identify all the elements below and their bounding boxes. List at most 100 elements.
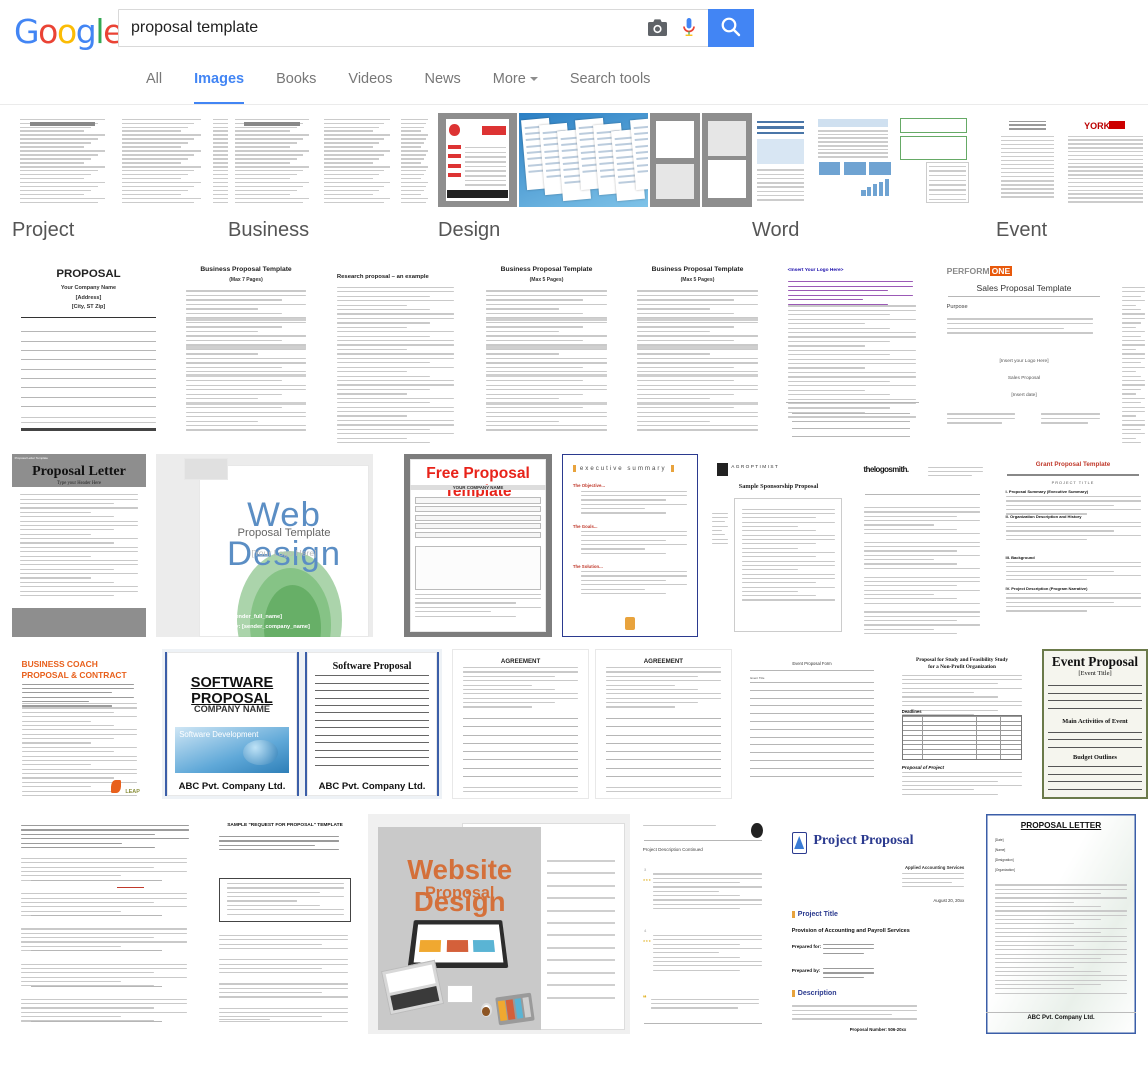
doc-text-lines (219, 836, 339, 854)
related-search-item-project[interactable]: Project (12, 113, 245, 242)
nav-item-videos[interactable]: Videos (332, 57, 408, 105)
image-result-tile[interactable]: Project Description Continued 3 ★★★ 4 ★★★ ❝ (636, 814, 770, 1034)
doc-text-lines (185, 290, 307, 434)
nav-item-all[interactable]: All (130, 57, 178, 105)
rs-line (324, 142, 379, 144)
doc-field-placeholder: [Designation] (995, 858, 1014, 862)
doc-back-line (546, 884, 616, 887)
page-header: Google (0, 0, 1148, 57)
rs-line (400, 173, 424, 176)
rs-line (235, 142, 297, 144)
image-result-tile[interactable]: Proposal Letter Template Proposal Letter T… (12, 454, 146, 637)
camera-icon[interactable] (648, 19, 667, 36)
nav-item-images[interactable]: Images (178, 57, 260, 105)
image-result-tile[interactable]: eWebsite DesignProposal (368, 814, 630, 1034)
rs-line (817, 156, 889, 158)
image-result-tile[interactable]: thelogosmith. (857, 454, 988, 637)
image-result-tile[interactable]: SAMPLE "REQUEST FOR PROPOSAL" TEMPLATE (210, 814, 360, 1034)
chevron-down-icon (529, 77, 538, 82)
image-result-tile[interactable]: executive summary The Objective... The Goa… (562, 454, 698, 637)
doc-cover: Website Design Proposal (378, 827, 541, 1030)
rs-line (235, 126, 297, 129)
image-result-tile[interactable]: AGREEMENT AGREEMENT (452, 649, 732, 799)
doc-rule (21, 331, 156, 333)
related-search-item-word[interactable]: Word (752, 113, 970, 242)
rs-bar (879, 181, 884, 196)
doc-back-line (546, 996, 616, 999)
rs-line (1001, 147, 1054, 150)
rs-line (1001, 171, 1054, 174)
nav-item-books[interactable]: Books (260, 57, 332, 105)
rs-line (756, 186, 805, 188)
doc-rule (750, 775, 874, 777)
rs-header (817, 118, 889, 128)
rs-line (20, 146, 84, 148)
image-result-tile[interactable]: Free Proposal Template YOUR COMPANY NAME (404, 454, 552, 637)
rs-line (235, 173, 297, 176)
image-result-tile[interactable]: SOFTWARE PROPOSAL COMPANY NAME Software De… (162, 649, 442, 799)
doc-image-caption: Software Development (179, 729, 259, 739)
doc-section-bar (636, 374, 759, 378)
rs-line (817, 148, 889, 151)
search-input[interactable] (129, 10, 649, 46)
related-search-thumbnails (752, 113, 970, 207)
doc-text-lines (901, 772, 1023, 798)
rs-line (817, 144, 889, 147)
image-result-tile[interactable]: BUSINESS COACH PROPOSAL & CONTRACT LEAP (12, 649, 148, 799)
rs-line (235, 134, 309, 136)
related-search-item-business[interactable]: Business (228, 113, 431, 242)
image-result-tile[interactable]: PERFORM ONE Sales Proposal Template Purpose… (938, 257, 1110, 443)
image-result-tile[interactable]: Business Proposal Template (Max 5 Pages) (627, 257, 768, 443)
nav-item-more[interactable]: More (477, 57, 554, 105)
doc-subheading: Proposal (424, 883, 495, 902)
nav-item-search-tools[interactable]: Search tools (554, 57, 667, 105)
image-result-tile[interactable] (1120, 257, 1148, 443)
related-search-thumbnails: YORK (996, 113, 1148, 207)
image-result-tile[interactable]: AGROPTIMIST Sample Sponsorship Proposal (709, 454, 848, 637)
doc-subheading: Your Company Name (60, 284, 117, 291)
doc-section-bar (485, 374, 608, 378)
rs-line (122, 154, 195, 156)
image-result-tile[interactable]: Project Proposal Applied Accounting Servi… (780, 814, 976, 1034)
rs-line (122, 177, 182, 180)
doc-rule (462, 767, 579, 769)
image-result-tile[interactable]: Web Design Proposal Template [Your Logo He… (156, 454, 373, 637)
doc-back-line (546, 934, 616, 937)
doc-heading: Business Proposal Template (500, 266, 593, 274)
image-result-tile[interactable]: PROPOSAL Your Company Name [Address] [City,… (12, 257, 165, 443)
doc-text-lines (462, 667, 579, 711)
image-result-tile[interactable]: Event Proposal [Event Title] Main Activiti… (1042, 649, 1148, 799)
nav-item-news[interactable]: News (409, 57, 477, 105)
image-result-tile[interactable]: Business Proposal Template (Max 5 Pages) (476, 257, 617, 443)
image-result-tile[interactable]: Research proposal – an example (327, 257, 468, 443)
result-thumbnail-document: Event Proposal Form Event Title (742, 649, 882, 799)
rs-line (1008, 120, 1047, 123)
image-result-tile[interactable]: Grant Proposal Template PROJECT TITLE I. P… (998, 454, 1148, 637)
related-search-thumbnails (12, 113, 245, 207)
search-button[interactable] (708, 9, 754, 47)
image-result-tile[interactable] (12, 814, 200, 1034)
google-logo[interactable]: Google (14, 12, 123, 51)
doc-subheading: IV. Project Description (Program Narrati… (1005, 585, 1088, 591)
doc-rule (605, 742, 722, 744)
doc-subheading: Main Activities of Event (1062, 718, 1128, 725)
image-result-tile[interactable]: Proposal for Study and Feasibility Study… (892, 649, 1032, 799)
image-result-tile[interactable]: Event Proposal Form Event Title (742, 649, 882, 799)
rs-title-bar (30, 122, 95, 127)
doc-rule (1048, 731, 1142, 733)
related-search-item-design[interactable]: Design (438, 113, 752, 242)
rs-line (1001, 192, 1054, 194)
related-search-item-event[interactable]: YORK Event (996, 113, 1148, 242)
image-result-tile[interactable]: <Insert Your Logo Here> (777, 257, 928, 443)
rs-line (817, 141, 889, 143)
microphone-icon[interactable] (681, 17, 697, 39)
image-result-tile[interactable]: Business Proposal Template (Max 7 Pages) (176, 257, 316, 443)
result-thumbnail-document: Free Proposal Template YOUR COMPANY NAME (404, 454, 552, 637)
doc-notepad-icon (446, 985, 473, 1004)
doc-subheading: (Max 5 Pages) (680, 277, 715, 284)
doc-star-rating: ★★★ (642, 877, 652, 882)
search-box[interactable] (118, 9, 754, 47)
image-result-tile[interactable]: PROPOSAL LETTER [Date] [Name] [Designation]… (986, 814, 1136, 1034)
doc-rule (30, 1020, 163, 1022)
doc-tablet-icon (495, 992, 535, 1026)
